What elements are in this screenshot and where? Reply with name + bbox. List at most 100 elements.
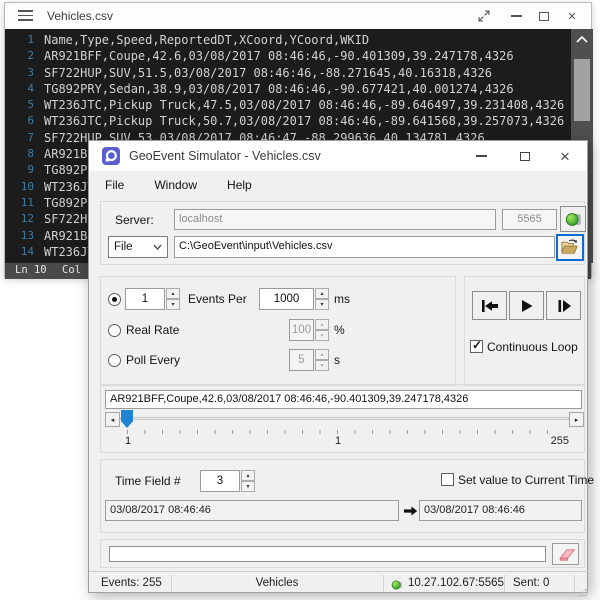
slider-max-label: 255 xyxy=(539,435,569,447)
csv-line: 1Name,Type,Speed,ReportedDT,XCoord,YCoor… xyxy=(5,32,571,48)
simulator-titlebar: GeoEvent Simulator - Vehicles.csv × xyxy=(89,141,587,171)
step-forward-button[interactable] xyxy=(546,291,581,320)
editor-titlebar: Vehicles.csv × xyxy=(5,3,591,29)
close-icon[interactable]: × xyxy=(547,141,583,171)
maximize-icon[interactable] xyxy=(529,3,559,29)
time-field-group: Time Field # 3 ▴▾ Set value to Current T… xyxy=(100,459,585,533)
minimize-icon[interactable] xyxy=(463,141,499,171)
events-count: Events: 255 xyxy=(101,577,162,589)
connection-status-icon xyxy=(564,210,583,229)
events-per-radio[interactable] xyxy=(108,293,121,306)
connect-button[interactable] xyxy=(560,206,586,232)
menubar: File Window Help xyxy=(89,171,587,198)
spin-up-icon[interactable]: ▴ xyxy=(315,349,329,360)
csv-line: 3SF722HUP,SUV,51.5,03/08/2017 08:46:46,-… xyxy=(5,65,571,81)
slider-current-label: 1 xyxy=(328,435,348,447)
rate-group: 1 ▴▾ Events Per 1000 ▴▾ ms Real Rate 100… xyxy=(100,276,456,386)
slider-right-arrow[interactable]: ▸ xyxy=(569,412,584,427)
eraser-icon xyxy=(556,547,576,561)
menu-file[interactable]: File xyxy=(103,175,126,195)
browse-file-button[interactable] xyxy=(556,234,584,261)
spin-down-icon[interactable]: ▾ xyxy=(315,299,329,310)
event-slider-track[interactable] xyxy=(120,417,569,420)
source-type-select[interactable]: File xyxy=(108,236,168,258)
arrow-right-icon xyxy=(403,504,418,522)
poll-every-radio[interactable] xyxy=(108,354,121,367)
feed-name: Vehicles xyxy=(171,577,383,589)
time-original-field[interactable]: 03/08/2017 08:46:46 xyxy=(105,500,399,521)
progress-group xyxy=(100,539,585,568)
expand-icon[interactable] xyxy=(469,3,499,29)
continuous-loop-checkbox[interactable] xyxy=(470,340,483,353)
connection-dot-icon xyxy=(391,578,403,596)
real-rate-label: Real Rate xyxy=(126,323,179,337)
geoevent-simulator-window: GeoEvent Simulator - Vehicles.csv × File… xyxy=(88,140,588,593)
sent-count: Sent: 0 xyxy=(513,577,549,589)
set-current-time-checkbox[interactable] xyxy=(441,473,454,486)
geoevent-app-icon xyxy=(102,147,120,170)
slider-left-arrow[interactable]: ◂ xyxy=(105,412,120,427)
minimize-icon[interactable] xyxy=(501,3,531,29)
hamburger-menu-icon[interactable] xyxy=(18,10,33,21)
interval-unit-label: ms xyxy=(334,292,350,306)
scroll-up-icon[interactable] xyxy=(571,29,593,49)
spin-down-icon[interactable]: ▾ xyxy=(241,481,255,492)
event-preview-group: AR921BFF,Coupe,42.6,03/08/2017 08:46:46,… xyxy=(100,384,585,453)
poll-unit-label: s xyxy=(334,353,340,367)
menu-help[interactable]: Help xyxy=(225,175,254,195)
file-path-input[interactable]: C:\GeoEvent\input\Vehicles.csv xyxy=(174,236,555,258)
csv-line: 4TG892PRY,Sedan,38.9,03/08/2017 08:46:46… xyxy=(5,81,571,97)
slider-ticks xyxy=(127,430,564,434)
clear-button[interactable] xyxy=(552,543,579,565)
real-rate-stepper[interactable]: 100 ▴▾ xyxy=(289,319,329,341)
spin-down-icon[interactable]: ▾ xyxy=(315,330,329,341)
close-icon[interactable]: × xyxy=(557,3,587,29)
simulator-title: GeoEvent Simulator - Vehicles.csv xyxy=(129,149,321,163)
time-field-label: Time Field # xyxy=(115,474,181,488)
continuous-loop-label: Continuous Loop xyxy=(487,340,578,354)
time-field-stepper[interactable]: 3 ▴▾ xyxy=(200,470,255,492)
current-event-field[interactable]: AR921BFF,Coupe,42.6,03/08/2017 08:46:46,… xyxy=(105,390,582,409)
skip-back-icon xyxy=(480,299,500,313)
spin-down-icon[interactable]: ▾ xyxy=(166,299,180,310)
interval-stepper[interactable]: 1000 ▴▾ xyxy=(259,288,329,310)
spin-up-icon[interactable]: ▴ xyxy=(166,288,180,299)
folder-open-icon xyxy=(560,239,580,256)
progress-bar xyxy=(109,546,546,562)
editor-title: Vehicles.csv xyxy=(47,9,113,23)
server-host-input[interactable]: localhost xyxy=(174,209,496,230)
real-rate-unit-label: % xyxy=(334,323,345,337)
event-slider-thumb[interactable] xyxy=(121,410,133,428)
step-forward-icon xyxy=(556,299,572,313)
server-label: Server: xyxy=(115,213,154,227)
line-indicator: Ln 10 xyxy=(15,264,47,276)
event-count-stepper[interactable]: 1 ▴▾ xyxy=(125,288,180,310)
csv-line: 2AR921BFF,Coupe,42.6,03/08/2017 08:46:46… xyxy=(5,48,571,64)
play-icon xyxy=(519,299,535,313)
poll-every-label: Poll Every xyxy=(126,353,180,367)
server-port-input[interactable]: 5565 xyxy=(502,209,557,230)
resize-grip[interactable] xyxy=(578,584,587,600)
play-button[interactable] xyxy=(509,291,544,320)
events-per-label: Events Per xyxy=(188,292,247,306)
menu-window[interactable]: Window xyxy=(152,175,199,195)
server-group: Server: localhost 5565 File C:\GeoEvent\… xyxy=(100,201,585,265)
poll-stepper[interactable]: 5 ▴▾ xyxy=(289,349,329,371)
chevron-down-icon xyxy=(153,244,162,250)
set-current-time-label: Set value to Current Time xyxy=(458,473,594,487)
column-indicator: Col xyxy=(62,264,81,276)
real-rate-radio[interactable] xyxy=(108,324,121,337)
step-to-beginning-button[interactable] xyxy=(472,291,507,320)
csv-line: 5WT236JTC,Pickup Truck,47.5,03/08/2017 0… xyxy=(5,97,571,113)
time-output-field[interactable]: 03/08/2017 08:46:46 xyxy=(419,500,582,521)
playback-group: Continuous Loop xyxy=(464,276,585,386)
spin-down-icon[interactable]: ▾ xyxy=(315,360,329,371)
maximize-icon[interactable] xyxy=(507,141,543,171)
scrollbar-thumb[interactable] xyxy=(574,59,590,121)
spin-up-icon[interactable]: ▴ xyxy=(241,470,255,481)
spin-up-icon[interactable]: ▴ xyxy=(315,319,329,330)
simulator-statusbar: Events: 255 Vehicles 10.27.102.67:5565 S… xyxy=(89,571,589,594)
slider-min-label: 1 xyxy=(122,435,134,447)
spin-up-icon[interactable]: ▴ xyxy=(315,288,329,299)
csv-line: 6WT236JTC,Pickup Truck,50.7,03/08/2017 0… xyxy=(5,113,571,129)
